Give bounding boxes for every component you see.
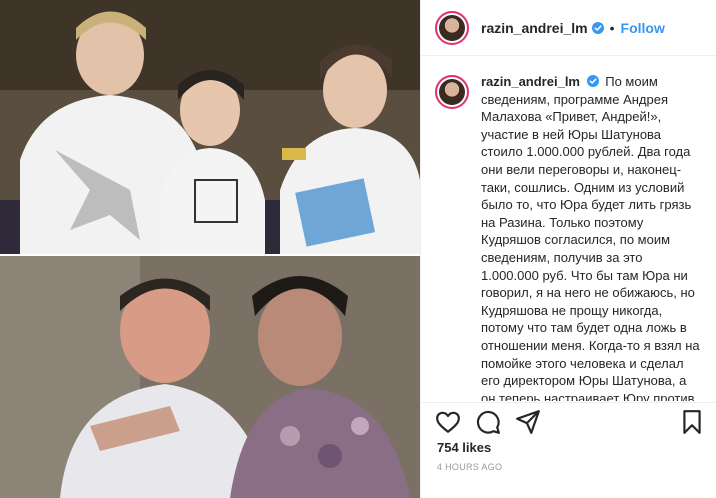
verified-badge-icon [586,75,599,87]
verified-badge-icon [591,21,604,34]
post-header: razin_andrei_lm • Follow [421,0,716,56]
separator-dot: • [609,19,615,36]
comment-icon[interactable] [475,409,501,435]
caption-body: razin_andrei_lm По моим сведениям, прогр… [481,73,701,401]
likes-count[interactable]: 754 likes [437,440,491,455]
heart-icon[interactable] [435,409,461,435]
caption-username-link[interactable]: razin_andrei_lm [481,74,580,89]
avatar[interactable] [435,10,469,45]
username-link[interactable]: razin_andrei_lm [481,20,588,36]
post-side-panel: razin_andrei_lm • Follow razin_andrei_lm… [420,0,716,498]
follow-button[interactable]: Follow [621,20,665,36]
post-media[interactable] [0,0,420,498]
caption-comment: razin_andrei_lm По моим сведениям, прогр… [435,73,703,401]
post-photo-top [0,0,420,254]
avatar-image [439,79,465,105]
post-timestamp[interactable]: 4 HOURS AGO [437,462,502,472]
caption-text: По моим сведениям, программе Андрея Мала… [481,74,700,401]
avatar-image [439,14,465,41]
comments-area[interactable]: razin_andrei_lm По моим сведениям, прогр… [421,57,716,401]
bookmark-icon[interactable] [679,409,705,435]
caption-avatar[interactable] [435,75,469,109]
post-photo-bottom [0,256,420,498]
action-bar [421,402,716,438]
share-icon[interactable] [515,409,541,435]
